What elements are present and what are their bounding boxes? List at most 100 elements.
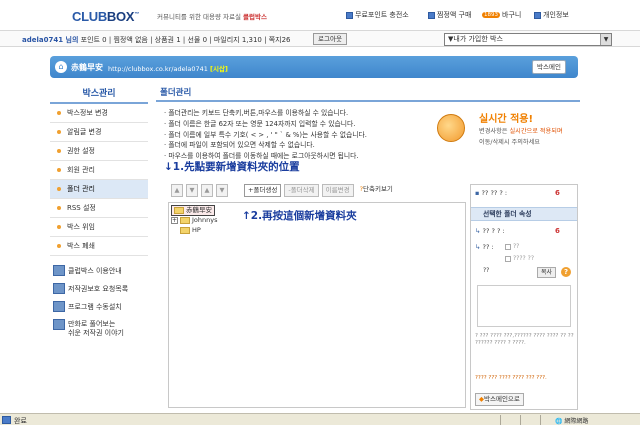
prop-option1[interactable]: ?? bbox=[505, 243, 519, 250]
folder-tree: 赤鶴早安 + Johnnys HP bbox=[168, 202, 466, 408]
top-header: CLUBBOX™ 커뮤니티를 위한 대용량 자료실 클럽박스 무료포인트 충전소… bbox=[0, 0, 640, 30]
arrow-icon: ▪ bbox=[475, 189, 480, 197]
tree-node-root[interactable]: 赤鶴早安 bbox=[171, 205, 215, 216]
realtime-title: 실시간 적용! bbox=[479, 114, 534, 125]
prop-option2[interactable]: ???? ?? bbox=[505, 255, 534, 262]
user-icon bbox=[534, 11, 541, 19]
row2-label-text: ?? : bbox=[482, 243, 494, 251]
move-up-button[interactable]: ▲ bbox=[171, 184, 183, 197]
count-label-text: ?? ?? ? : bbox=[481, 189, 508, 197]
expand-icon[interactable]: + bbox=[171, 217, 178, 224]
folder-icon bbox=[180, 227, 190, 234]
note-text: 폴더 이름은 한글 62자 또는 영문 124자까지 입력할 수 있습니다. bbox=[168, 119, 356, 128]
purchase-label: 찜정액 구매 bbox=[437, 11, 472, 19]
sidebar-comic-link[interactable]: 만화로 풀어보는 쉬운 저작권 이야기 bbox=[50, 316, 148, 344]
notes-list: · 폴더관리는 키보드 단축키,버튼,마우스를 이용하실 수 있습니다. · 폴… bbox=[164, 108, 444, 162]
profile-link[interactable]: 개인정보 bbox=[534, 10, 569, 20]
properties-description: ? ??? ???? ???,?????? ???? ???? ?? ?? ??… bbox=[475, 333, 574, 346]
logout-button[interactable]: 로그아웃 bbox=[313, 33, 347, 45]
checkbox[interactable] bbox=[505, 243, 511, 250]
realtime-l1: 변경사항은 bbox=[479, 128, 508, 135]
security-zone: 🌐 網際網路 bbox=[555, 418, 589, 425]
folder-icon bbox=[180, 217, 190, 224]
tree-node-hp[interactable]: HP bbox=[180, 226, 201, 235]
note-item: · 폴더 이름은 한글 62자 또는 영문 124자까지 입력할 수 있습니다. bbox=[164, 119, 356, 128]
basket-link[interactable]: 1893 바구니 bbox=[482, 10, 521, 20]
guide-icon bbox=[53, 265, 65, 276]
sidebar-install-link[interactable]: 프로그램 수동설치 bbox=[50, 298, 148, 316]
basket-label: 바구니 bbox=[502, 11, 522, 19]
box-url-tag: [시삽] bbox=[210, 65, 228, 73]
box-url-bar: ⌂ 赤鶴早安 http://clubbox.co.kr/adela0741 [시… bbox=[50, 56, 578, 78]
arrow-icon: ↳ bbox=[475, 227, 481, 235]
guide-label: 클럽박스 이용안내 bbox=[68, 267, 122, 275]
sidebar-item-delegate[interactable]: 박스 위임 bbox=[50, 218, 148, 237]
help-icon[interactable]: ? bbox=[561, 267, 571, 277]
move-bottom-button[interactable]: ▼ bbox=[216, 184, 228, 197]
sidebar-guide-link[interactable]: 클럽박스 이용안내 bbox=[50, 262, 148, 280]
zone-label: 網際網路 bbox=[564, 418, 589, 425]
purchase-link[interactable]: 찜정액 구매 bbox=[428, 10, 471, 20]
joined-box-select[interactable]: ▼내가 가입한 박스 ▼ bbox=[444, 33, 612, 46]
sidebar-copyright-link[interactable]: 저작권보호 요청목록 bbox=[50, 280, 148, 298]
delete-folder-button[interactable]: -폴더삭제 bbox=[284, 184, 319, 197]
create-folder-button[interactable]: +폴더생성 bbox=[244, 184, 282, 197]
tree-node-johnnys[interactable]: + Johnnys bbox=[171, 216, 218, 225]
note-text: 폴더관리는 키보드 단축키,버튼,마우스를 이용하실 수 있습니다. bbox=[168, 109, 349, 117]
annotation-step1: ↓1.先點要新增資料夾的位置 bbox=[164, 161, 300, 173]
prop-row1-label: ↳ ?? ? ? : bbox=[475, 227, 505, 235]
box-name: 赤鶴早安 bbox=[71, 63, 103, 72]
alarm-clock-icon bbox=[437, 114, 465, 142]
folder-toolbar: ▲ ▼ ▲ ▼ +폴더생성 -폴더삭제 이름변경 ?단축키보기 bbox=[171, 184, 396, 198]
logo-box: BOX bbox=[106, 9, 135, 24]
move-top-button[interactable]: ▲ bbox=[201, 184, 213, 197]
checkbox[interactable] bbox=[505, 255, 511, 262]
copyright-label: 저작권보호 요청목록 bbox=[68, 285, 129, 293]
box-url-text: http://clubbox.co.kr/adela0741 bbox=[108, 65, 208, 73]
tagline-em: 클럽박스 bbox=[243, 13, 267, 21]
note-item: · 폴더 이름에 일부 특수 기호( < > , ' " ` & %)는 사용할… bbox=[164, 130, 367, 139]
clubbox-logo[interactable]: CLUBBOX™ bbox=[72, 9, 139, 24]
free-point-link[interactable]: 무료포인트 충전소 bbox=[346, 10, 409, 20]
to-box-main-button[interactable]: ◆박스메인으로 bbox=[475, 393, 524, 406]
shortcut-button[interactable]: ?단축키보기 bbox=[357, 184, 396, 197]
sidebar: 박스관리 박스정보 변경 알림글 변경 권한 설정 회원 관리 폴더 관리 RS… bbox=[50, 84, 148, 344]
browser-status-bar: 완료 🌐 網際網路 bbox=[0, 413, 640, 425]
sidebar-item-close-box[interactable]: 박스 폐쇄 bbox=[50, 237, 148, 256]
page-title: 폴더관리 bbox=[156, 84, 580, 102]
user-info: adela0741 님의 포인트 0 | 찜정액 없음 | 상품권 1 | 선물… bbox=[22, 35, 290, 45]
tree-node-label: HP bbox=[192, 226, 201, 234]
sidebar-item-notice[interactable]: 알림글 변경 bbox=[50, 123, 148, 142]
box-main-button[interactable]: 박스메인 bbox=[532, 60, 566, 74]
comic-icon bbox=[53, 319, 65, 330]
basket-count: 1893 bbox=[482, 12, 500, 18]
install-icon bbox=[53, 301, 65, 312]
copyright-icon bbox=[53, 283, 65, 294]
copy-label: ?? bbox=[483, 267, 490, 274]
sidebar-item-rss[interactable]: RSS 설정 bbox=[50, 199, 148, 218]
copy-button[interactable]: 복사 bbox=[537, 267, 557, 278]
chevron-down-icon: ▼ bbox=[600, 34, 611, 45]
move-down-button[interactable]: ▼ bbox=[186, 184, 198, 197]
rename-folder-button[interactable]: 이름변경 bbox=[321, 184, 354, 197]
folder-url-box[interactable] bbox=[477, 285, 571, 327]
sidebar-item-permission[interactable]: 권한 설정 bbox=[50, 142, 148, 161]
comic-label-2: 쉬운 저작권 이야기 bbox=[68, 329, 124, 337]
username[interactable]: adela0741 님의 bbox=[22, 36, 78, 44]
sidebar-item-folders[interactable]: 폴더 관리 bbox=[50, 180, 148, 199]
note-text: 폴더에 파일이 포함되어 있으면 삭제할 수 없습니다. bbox=[168, 141, 315, 150]
main-content: 폴더관리 · 폴더관리는 키보드 단축키,버튼,마우스를 이용하실 수 있습니다… bbox=[156, 84, 580, 410]
note-text: 폴더 이름에 일부 특수 기호( < > , ' " ` & %)는 사용할 수… bbox=[168, 130, 367, 139]
annotation-step2: ↑2.再按這個新增資料夾 bbox=[242, 210, 357, 222]
folder-count-label: ▪ ?? ?? ? : bbox=[475, 189, 507, 197]
tagline-text: 커뮤니티를 위한 대용량 자료실 bbox=[157, 13, 241, 21]
user-stats: 포인트 0 | 찜정액 없음 | 상품권 1 | 선물 0 | 마일리지 1,3… bbox=[80, 36, 291, 44]
sidebar-item-members[interactable]: 회원 관리 bbox=[50, 161, 148, 180]
sidebar-title: 박스관리 bbox=[50, 84, 148, 104]
sidebar-item-box-info[interactable]: 박스정보 변경 bbox=[50, 104, 148, 123]
home-icon[interactable]: ⌂ bbox=[55, 61, 67, 73]
logo-tm: ™ bbox=[134, 11, 139, 18]
comic-label-1: 만화로 풀어보는 bbox=[68, 320, 116, 328]
properties-warning: ???? ??? ???? ???? ??? ???. bbox=[475, 375, 547, 381]
